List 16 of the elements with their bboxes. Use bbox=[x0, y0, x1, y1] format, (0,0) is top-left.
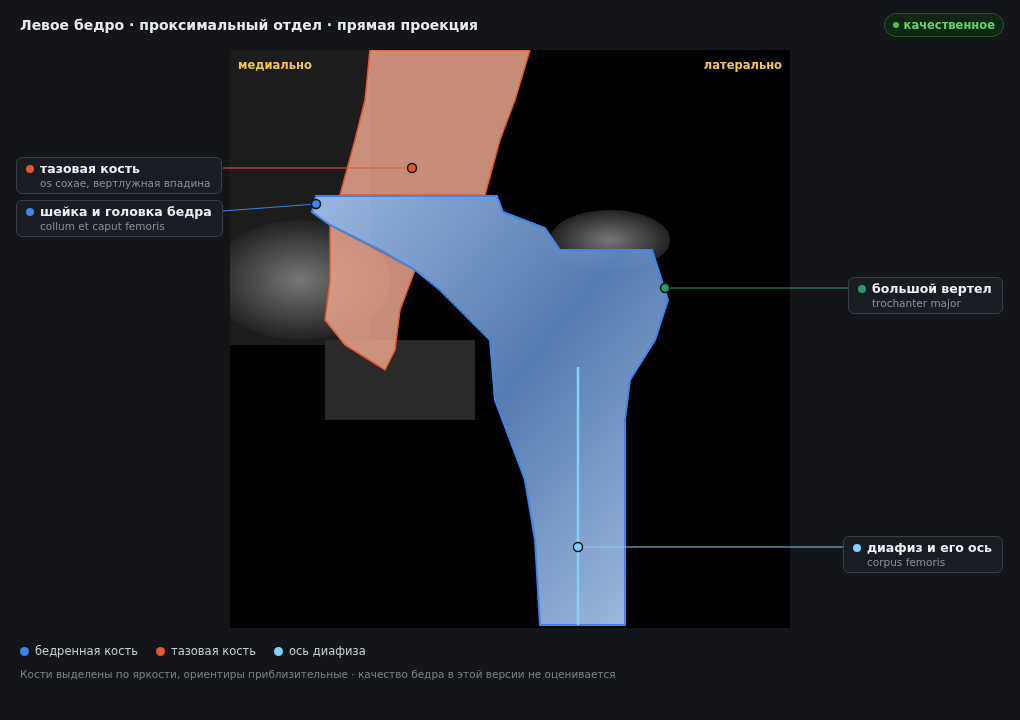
orientation-label: медиально bbox=[238, 58, 312, 72]
callout-title: диафиз и его ось bbox=[867, 540, 993, 555]
orientation-label: латерально bbox=[703, 58, 782, 72]
legend-label: ось диафиза bbox=[289, 644, 366, 658]
callout-title: большой вертел bbox=[872, 281, 992, 296]
legend-label: тазовая кость bbox=[170, 644, 256, 658]
legend-label: бедренная кость bbox=[35, 644, 138, 658]
footnote: Кости выделены по яркости, ориентиры приблизительные · качество бедра в этой версии не оценивается bbox=[20, 668, 617, 680]
callout-subtitle: os coxae, вертлужная впадина bbox=[39, 177, 211, 189]
callout-subtitle: corpus femoris bbox=[866, 556, 947, 568]
callout-subtitle: trochanter major bbox=[871, 297, 962, 309]
quality-badge: качественное bbox=[883, 13, 1004, 37]
callout-title: шейка и головка бедра bbox=[40, 204, 212, 219]
page-title: Левое бедро · проксимальный отдел · прямая проекция bbox=[20, 17, 478, 33]
callout-subtitle: collum et caput femoris bbox=[39, 220, 166, 232]
callout-title: тазовая кость bbox=[40, 161, 140, 176]
